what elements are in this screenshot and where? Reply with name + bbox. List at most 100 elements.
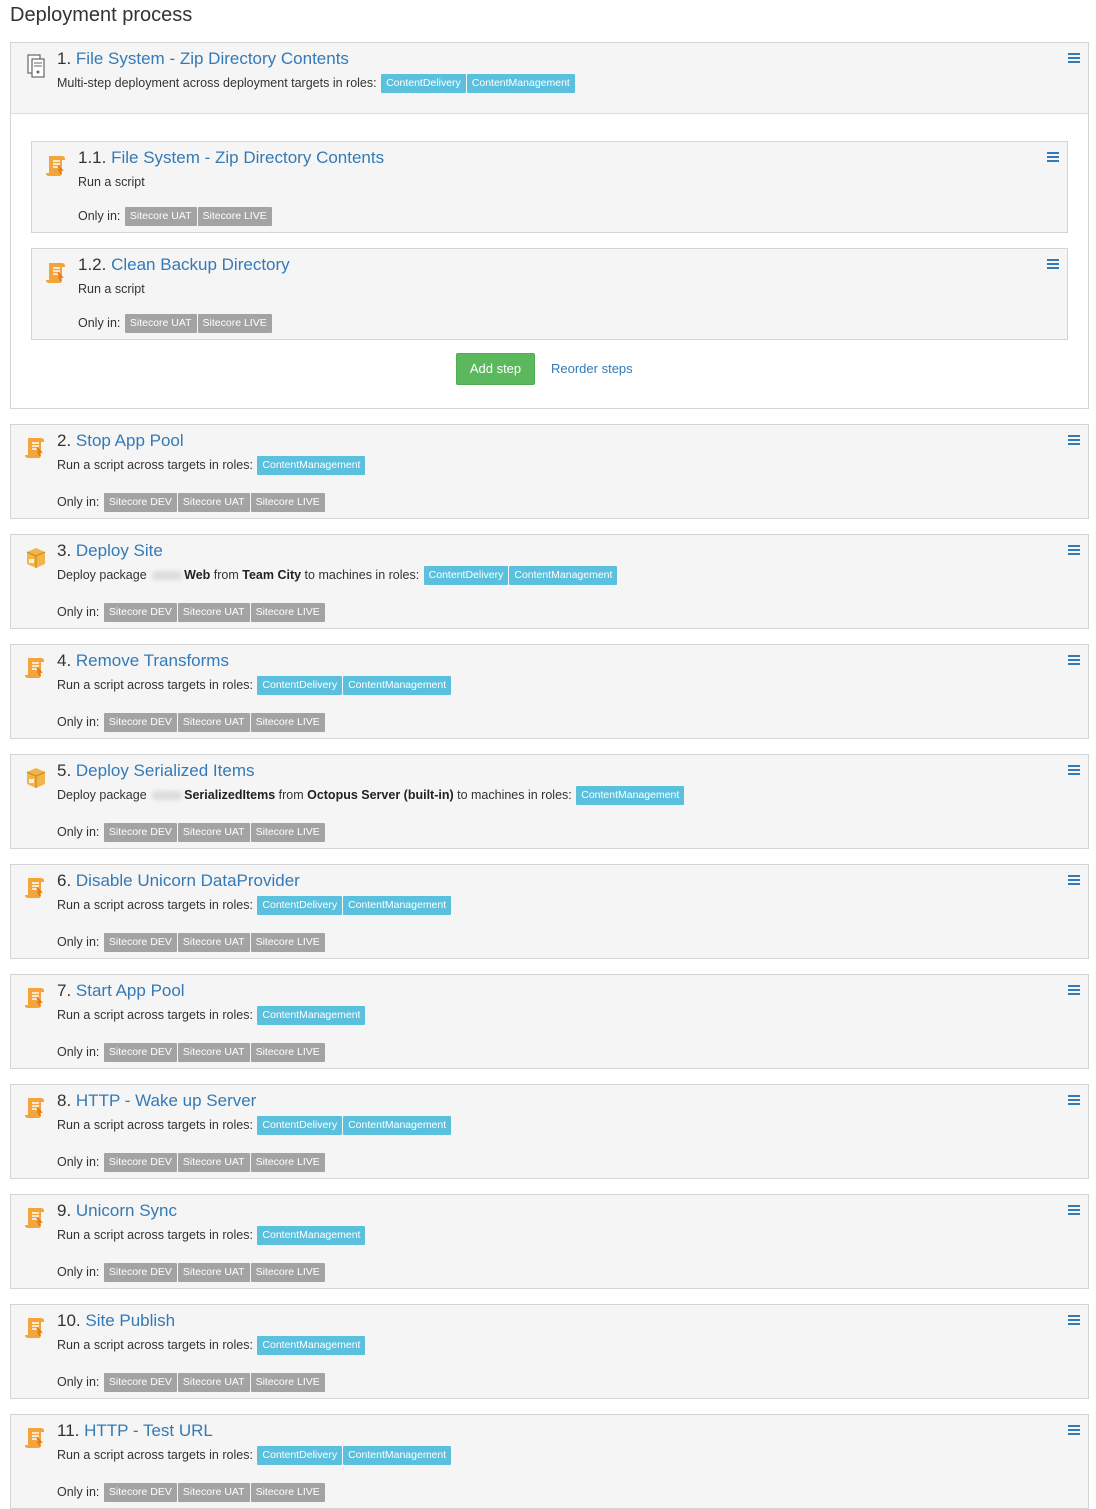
environment-badge: Sitecore UAT [124,207,197,226]
step-menu-icon[interactable] [1068,655,1080,665]
script-icon [23,1204,49,1230]
step-name-link[interactable]: HTTP - Test URL [84,1421,213,1440]
step-name-link[interactable]: Clean Backup Directory [111,255,290,274]
script-icon [23,1314,49,1340]
script-icon [23,434,49,460]
step-number: 2. [57,431,76,450]
page-title: Deployment process [10,4,193,26]
step-name-link[interactable]: Deploy Site [76,541,163,560]
only-in-environments: Only in: Sitecore DEV Sitecore UAT Sitecor… [57,602,325,622]
only-in-label: Only in: [57,714,103,729]
step-menu-icon[interactable] [1068,985,1080,995]
step-name-link[interactable]: Deploy Serialized Items [76,761,255,780]
step-name-link[interactable]: Disable Unicorn DataProvider [76,871,300,890]
step-name-link[interactable]: File System - Zip Directory Contents [76,49,349,68]
environment-badge: Sitecore DEV [103,1043,177,1062]
step-name-link[interactable]: Start App Pool [76,981,185,1000]
script-icon [23,654,49,680]
role-badge: ContentManagement [343,1446,452,1466]
description-text: from [275,788,308,802]
step-number: 10. [57,1311,86,1330]
environment-badge: Sitecore DEV [103,823,177,842]
step-card: 4. Remove Transforms Run a script across … [10,644,1089,739]
environment-badge: Sitecore LIVE [197,314,272,333]
step-name-link[interactable]: Stop App Pool [76,431,184,450]
only-in-label: Only in: [78,315,124,330]
step-title: 2. Stop App Pool [57,431,184,451]
step-menu-icon[interactable] [1068,1095,1080,1105]
step-name-link[interactable]: HTTP - Wake up Server [76,1091,256,1110]
only-in-environments: Only in: Sitecore DEV Sitecore UAT Sitecor… [57,712,325,732]
step-number: 5. [57,761,76,780]
step-menu-icon[interactable] [1068,1205,1080,1215]
step-title: 9. Unicorn Sync [57,1201,177,1221]
step-menu-icon[interactable] [1068,545,1080,555]
description-text: to machines in roles: [301,568,423,582]
only-in-label: Only in: [57,1484,103,1499]
environment-badge: Sitecore LIVE [250,603,325,622]
role-badge: ContentManagement [257,1006,366,1026]
add-step-button[interactable]: Add step [456,353,535,385]
multi-step-server-icon [23,52,49,78]
step-title: 11. HTTP - Test URL [57,1421,213,1441]
description-text: Run a script across targets in roles: [57,1118,257,1132]
role-badge: ContentManagement [257,456,366,476]
environment-badge: Sitecore DEV [103,493,177,512]
step-name-link[interactable]: File System - Zip Directory Contents [111,148,384,167]
step-number: 11. [57,1421,85,1440]
step-menu-icon[interactable] [1068,1425,1080,1435]
package-icon [23,764,49,790]
role-badge: ContentManagement [509,566,618,586]
environment-badge: Sitecore DEV [103,603,177,622]
step-card: 5. Deploy Serialized Items Deploy package… [10,754,1089,849]
environment-badge: Sitecore LIVE [250,1153,325,1172]
step-card: 11. HTTP - Test URL Run a script across t… [10,1414,1089,1509]
only-in-label: Only in: [57,494,103,509]
step-description: Run a script [78,175,145,189]
environment-badge: Sitecore UAT [177,1483,250,1502]
step-title: 5. Deploy Serialized Items [57,761,254,781]
step-menu-icon[interactable] [1068,1315,1080,1325]
step-title: 1.1. File System - Zip Directory Content… [78,148,384,168]
script-icon [23,1094,49,1120]
description-text: Run a script across targets in roles: [57,1008,257,1022]
step-name-link[interactable]: Site Publish [85,1311,175,1330]
role-badge: ContentDelivery [381,74,466,94]
step-menu-icon[interactable] [1068,435,1080,445]
environment-badge: Sitecore UAT [177,1153,250,1172]
child-step-card: 1.2. Clean Backup Directory Run a script O… [31,248,1068,340]
only-in-environments: Only in: Sitecore UAT Sitecore LIVE [78,206,272,226]
environment-badge: Sitecore UAT [124,314,197,333]
environment-badge: Sitecore LIVE [250,493,325,512]
role-badge: ContentManagement [343,1116,452,1136]
step-menu-icon[interactable] [1047,152,1059,162]
step-title: 10. Site Publish [57,1311,175,1331]
step-menu-icon[interactable] [1068,53,1080,63]
step-menu-icon[interactable] [1047,259,1059,269]
step-number: 7. [57,981,76,1000]
description-text: Run a script across targets in roles: [57,678,257,692]
script-icon [23,1424,49,1450]
environment-badge: Sitecore DEV [103,933,177,952]
package-name: Web [184,568,211,582]
only-in-environments: Only in: Sitecore DEV Sitecore UAT Sitecor… [57,932,325,952]
step-name-link[interactable]: Unicorn Sync [76,1201,177,1220]
step-card: 10. Site Publish Run a script across targ… [10,1304,1089,1399]
only-in-label: Only in: [57,1264,103,1279]
step-menu-icon[interactable] [1068,875,1080,885]
environment-badge: Sitecore UAT [177,933,250,952]
step-title: 4. Remove Transforms [57,651,229,671]
step-card: 7. Start App Pool Run a script across tar… [10,974,1089,1069]
reorder-steps-link[interactable]: Reorder steps [551,361,633,376]
step-title: 6. Disable Unicorn DataProvider [57,871,300,891]
step-title: 8. HTTP - Wake up Server [57,1091,256,1111]
description-text: Deploy package [57,568,151,582]
role-badge: ContentManagement [343,896,452,916]
step-menu-icon[interactable] [1068,765,1080,775]
script-icon [44,259,70,285]
description-text: to machines in roles: [453,788,576,802]
step-card: 6. Disable Unicorn DataProvider Run a scr… [10,864,1089,959]
step-name-link[interactable]: Remove Transforms [76,651,229,670]
environment-badge: Sitecore UAT [177,713,250,732]
role-badge: ContentDelivery [257,896,343,916]
